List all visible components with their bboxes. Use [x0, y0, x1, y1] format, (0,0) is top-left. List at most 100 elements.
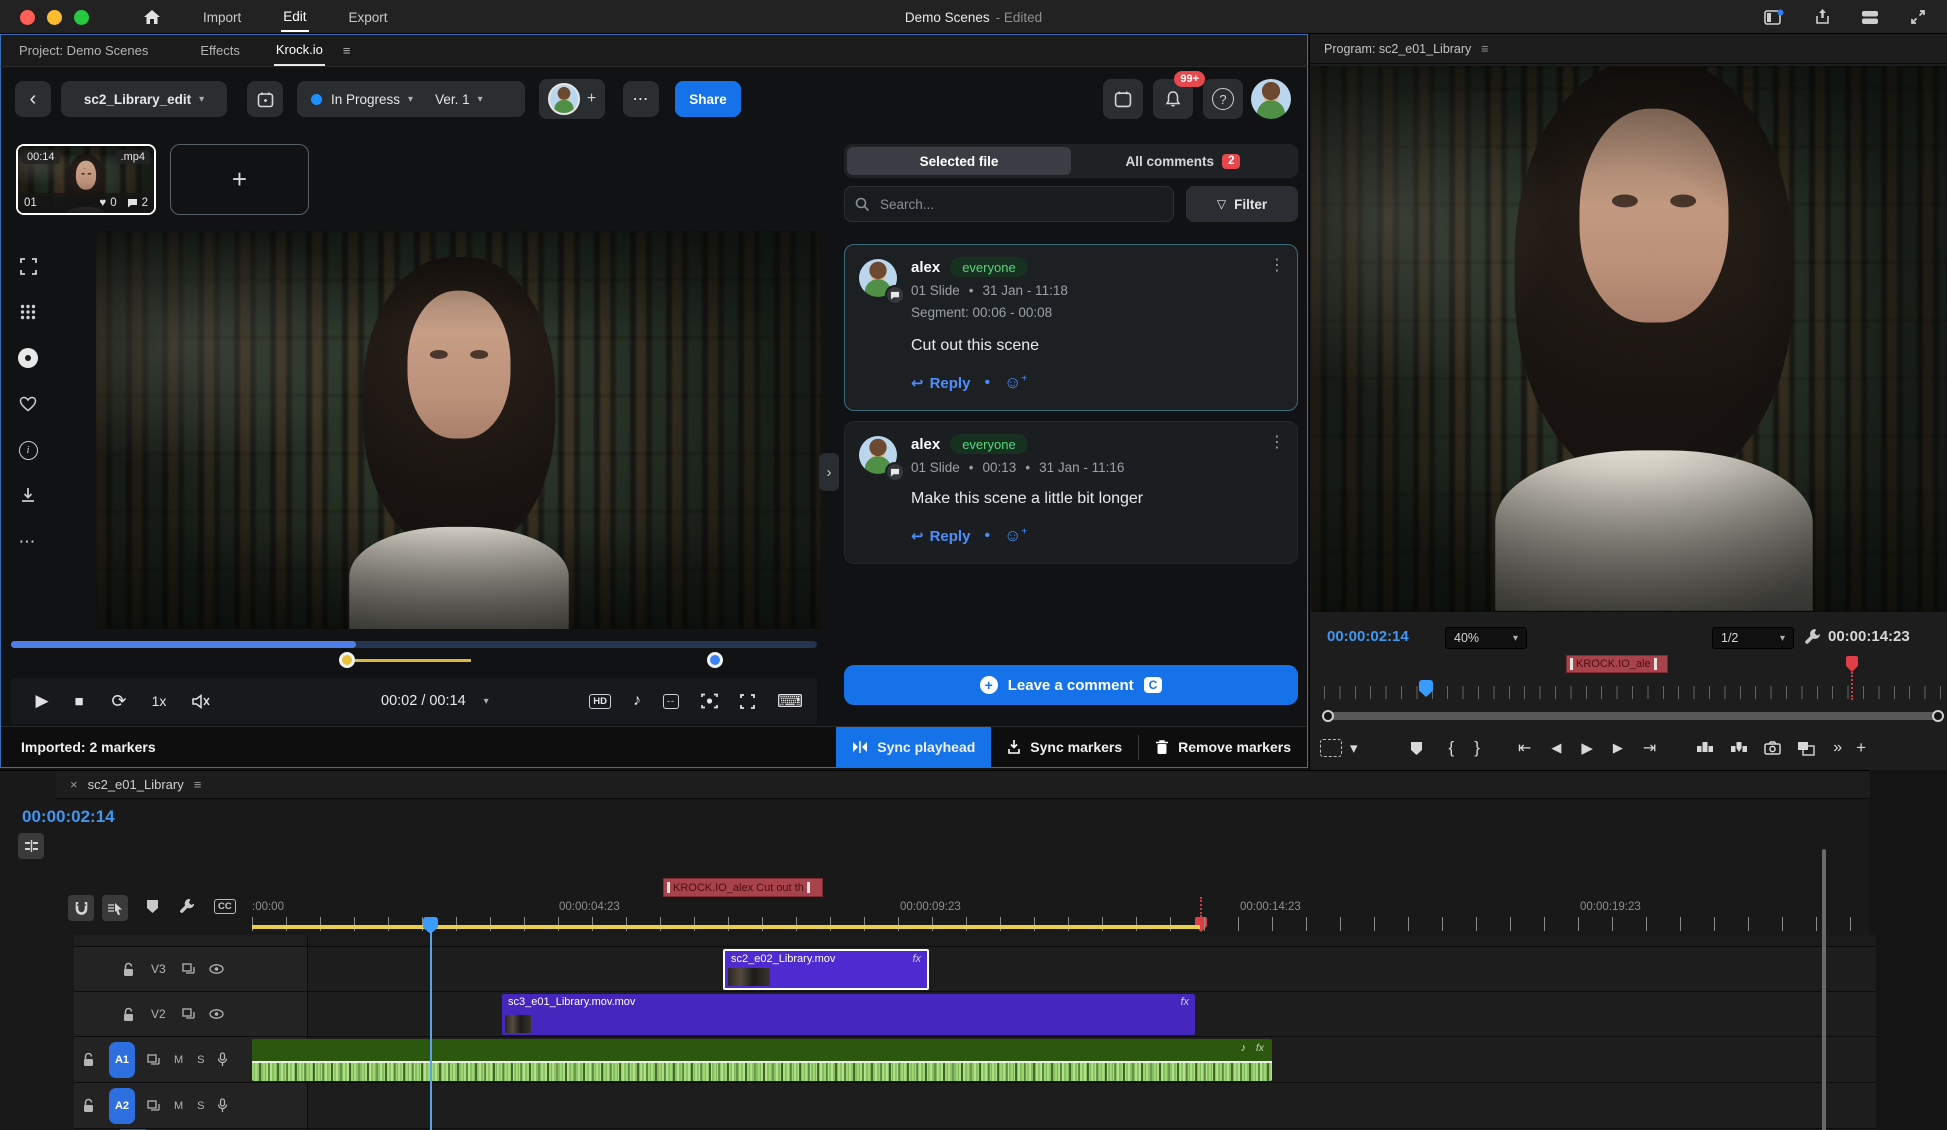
heart-icon[interactable]: ♥ [99, 197, 106, 209]
track-v3-lane[interactable] [308, 947, 1876, 992]
add-file-tile[interactable]: + [170, 144, 309, 215]
audio-track-badge[interactable]: A2 [109, 1088, 135, 1124]
step-back-button[interactable]: ◀ [1551, 740, 1561, 756]
solo-toggle[interactable]: S [197, 1100, 204, 1112]
lock-icon[interactable] [122, 1007, 135, 1022]
mute-toggle[interactable]: M [174, 1054, 183, 1066]
status-dropdown[interactable]: In Progress [331, 92, 400, 107]
add-button-editor[interactable]: + [1856, 738, 1866, 758]
menu-export[interactable]: Export [347, 4, 390, 31]
loop-button[interactable]: ⟳ [99, 691, 139, 712]
track-label[interactable]: V2 [151, 1007, 166, 1021]
close-sequence-icon[interactable]: × [70, 777, 78, 792]
track-header-a2[interactable]: A2 M S [74, 1083, 308, 1129]
workspace-panel-icon[interactable] [1761, 6, 1787, 28]
lock-icon[interactable] [122, 962, 135, 977]
playback-speed-button[interactable]: 1x [139, 693, 179, 709]
file-dropdown[interactable]: sc2_Library_edit▾ [61, 81, 227, 117]
linked-selection-toggle[interactable] [102, 895, 128, 921]
clip-thumbnail-card[interactable]: 00:14 .mp4 01 ♥ 0 2 [16, 144, 156, 215]
reply-button[interactable]: ↩Reply [911, 527, 970, 545]
version-dropdown[interactable]: Ver. 1 [435, 92, 470, 107]
calendar-button[interactable] [247, 81, 283, 117]
time-options-icon[interactable]: ▾ [484, 696, 489, 707]
track-header-v3[interactable]: V3 [74, 947, 308, 992]
user-avatar[interactable] [1251, 79, 1291, 119]
source-patch-icon[interactable] [147, 1100, 160, 1112]
layout-stack-icon[interactable] [1857, 6, 1883, 28]
track-visibility-eye-icon[interactable] [209, 964, 224, 974]
go-to-out-button[interactable]: ⇥ [1643, 738, 1656, 758]
add-marker-button[interactable] [1410, 741, 1423, 756]
panel-menu-icon[interactable]: ≡ [341, 36, 353, 65]
work-area-bar[interactable] [252, 925, 1200, 929]
lock-icon[interactable] [82, 1098, 95, 1113]
clip-v2[interactable]: sc3_e01_Library.mov.mov fx [502, 994, 1195, 1035]
mic-record-icon[interactable] [217, 1052, 228, 1067]
download-icon[interactable] [15, 483, 41, 509]
leave-comment-button[interactable]: + Leave a comment C [844, 665, 1298, 705]
maximize-window-button[interactable] [74, 10, 89, 25]
add-reaction-icon[interactable]: ☺+ [1004, 373, 1027, 393]
comparison-view-icon[interactable] [1797, 741, 1815, 756]
timeline-current-timecode[interactable]: 00:00:02:14 [22, 807, 115, 827]
close-window-button[interactable] [20, 10, 35, 25]
comment-timestamp[interactable]: 00:13 [983, 460, 1017, 475]
playback-resolution-select[interactable]: 1/2▾ [1712, 627, 1794, 649]
comment-search[interactable] [844, 186, 1174, 222]
frame-capture-button[interactable] [701, 693, 718, 709]
scrollbar-handle-right[interactable] [1932, 710, 1944, 722]
mute-button[interactable] [179, 693, 223, 710]
timeline-vscroll-handle[interactable] [1822, 849, 1826, 1130]
track-header-v2[interactable]: V2 [74, 992, 308, 1037]
notifications-button[interactable]: 99+ [1153, 79, 1193, 119]
filter-button[interactable]: ▽ Filter [1186, 186, 1298, 222]
extract-button[interactable] [1730, 741, 1748, 755]
calendar-nav-button[interactable] [1103, 79, 1143, 119]
panel-menu-icon[interactable]: ≡ [1481, 42, 1488, 56]
captions-button[interactable]: -- [663, 694, 679, 709]
timeline-marker-label[interactable]: KROCK.IO_alex Cut out th [663, 878, 823, 897]
reply-button[interactable]: ↩Reply [911, 374, 970, 392]
zoom-level-select[interactable]: 40%▾ [1445, 627, 1527, 649]
comment-card[interactable]: alex everyone ⋮ 01 Slide • 31 Jan - 11:1… [844, 244, 1298, 411]
step-forward-button[interactable]: ▶ [1613, 740, 1623, 756]
comment-menu-kebab-icon[interactable]: ⋮ [1269, 432, 1285, 452]
go-to-in-button[interactable]: ⇤ [1518, 738, 1531, 758]
audio-track-badge[interactable]: A1 [109, 1042, 135, 1078]
track-visibility-eye-icon[interactable] [209, 1009, 224, 1019]
info-icon[interactable]: i [15, 437, 41, 463]
clip-a1-audio[interactable]: ♪ fx [252, 1039, 1272, 1081]
chevron-down-icon[interactable]: ▾ [1350, 739, 1358, 757]
insert-overwrite-toggle[interactable]: CC :00:00 00:00:04:23 00:00:09:23 00:00:… [18, 833, 44, 859]
search-input[interactable] [878, 196, 1138, 213]
collaborators-group[interactable]: + [539, 79, 605, 119]
rail-more-icon[interactable]: ⋯ [15, 529, 41, 555]
settings-wrench-icon[interactable] [1803, 627, 1822, 646]
lock-icon[interactable] [82, 1052, 95, 1067]
timeline-playhead-line[interactable] [430, 931, 432, 1130]
track-label[interactable]: V3 [151, 962, 166, 976]
home-icon[interactable] [143, 9, 161, 25]
video-preview[interactable] [96, 231, 821, 629]
source-patch-icon[interactable] [182, 963, 195, 975]
mark-out-button[interactable]: } [1474, 738, 1480, 758]
back-button[interactable]: ‹ [15, 81, 51, 117]
fullscreen-button[interactable] [740, 694, 755, 709]
scrollbar-handle-left[interactable] [1322, 710, 1334, 722]
remove-markers-button[interactable]: Remove markers [1139, 727, 1307, 768]
tab-krock[interactable]: Krock.io [274, 35, 325, 66]
sequence-tab[interactable]: sc2_e01_Library [88, 777, 184, 792]
snap-magnet-toggle[interactable] [68, 895, 94, 921]
program-video-preview[interactable] [1311, 66, 1947, 612]
add-collaborator-icon[interactable]: + [587, 90, 596, 108]
grid-view-icon[interactable] [15, 299, 41, 325]
export-frame-camera-icon[interactable] [1764, 741, 1781, 755]
stop-button[interactable]: ■ [59, 693, 99, 710]
quality-hd-button[interactable]: HD [589, 694, 611, 709]
comment-author[interactable]: alex [911, 259, 940, 276]
tab-selected-file[interactable]: Selected file [847, 147, 1071, 175]
sync-playhead-button[interactable]: Sync playhead [836, 727, 991, 768]
panel-menu-icon[interactable]: ≡ [194, 777, 202, 792]
fit-screen-icon[interactable] [15, 253, 41, 279]
